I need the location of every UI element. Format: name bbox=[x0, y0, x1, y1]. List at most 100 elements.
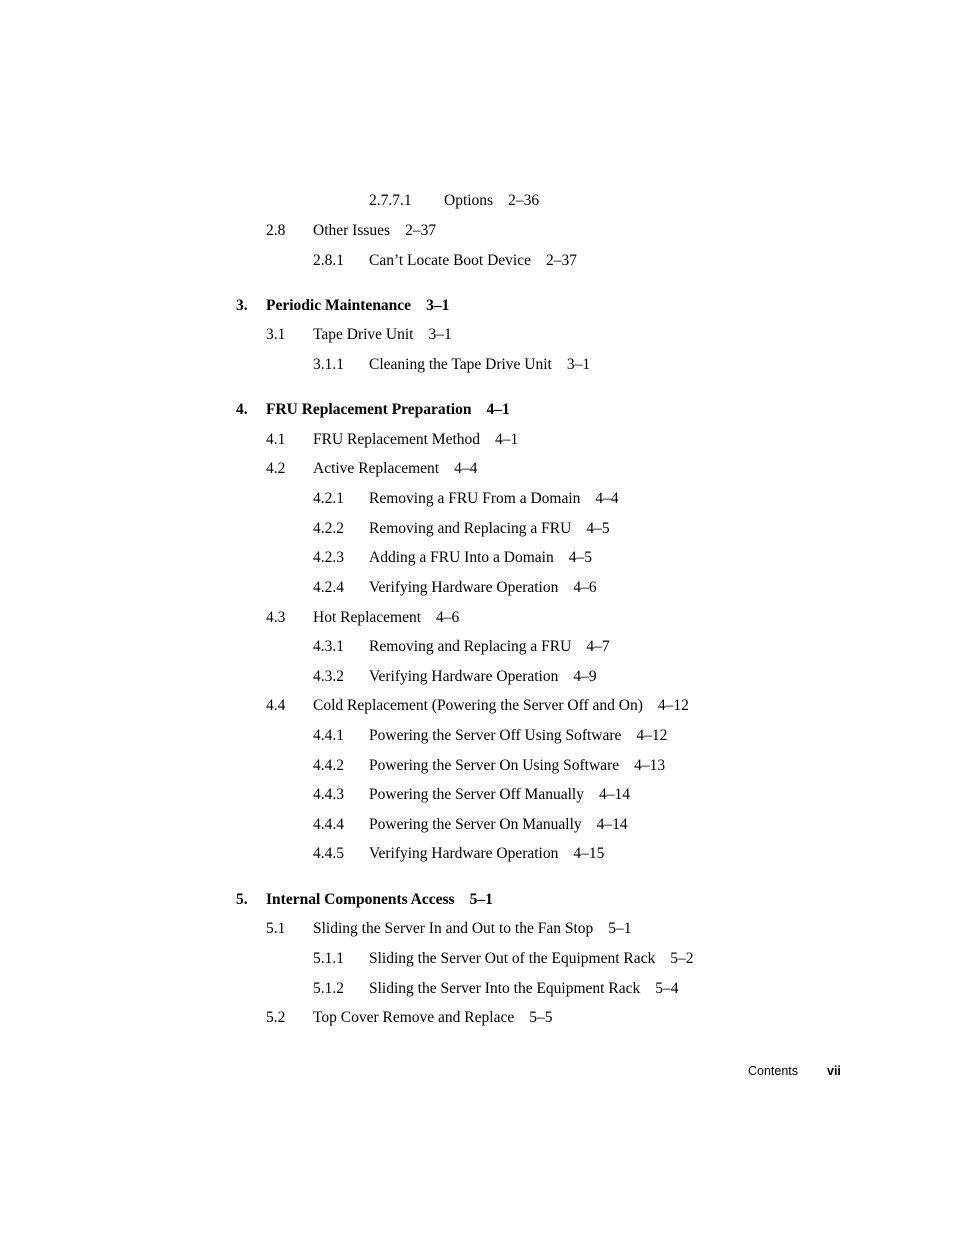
toc-entry-title[interactable]: Hot Replacement bbox=[313, 609, 421, 626]
toc-entry-number: 4.2.3 bbox=[313, 549, 344, 566]
toc-entry-title-line: Powering the Server On Manually 4–14 bbox=[369, 814, 628, 836]
toc-entry-page[interactable]: 4–6 bbox=[436, 609, 459, 626]
toc-entry-title[interactable]: Can’t Locate Boot Device bbox=[369, 252, 531, 269]
toc-entry-title[interactable]: FRU Replacement Preparation bbox=[266, 401, 471, 418]
toc-entry-number: 5.1.2 bbox=[313, 980, 344, 997]
toc-entry-page[interactable]: 5–1 bbox=[470, 891, 493, 908]
toc-entry-number: 5. bbox=[236, 891, 248, 908]
toc-entry-title-line: Sliding the Server Into the Equipment Ra… bbox=[369, 978, 678, 1000]
toc-entry-number: 4.1 bbox=[266, 431, 286, 448]
toc-entry-page[interactable]: 4–12 bbox=[658, 697, 689, 714]
toc-entry-title[interactable]: Active Replacement bbox=[313, 460, 439, 477]
toc-entry-title[interactable]: Other Issues bbox=[313, 222, 390, 239]
toc-entry-title-line: Powering the Server Off Using Software 4–… bbox=[369, 725, 667, 747]
toc-entry-title-line: Internal Components Access 5–1 bbox=[266, 889, 493, 911]
toc-entry-number: 4.4.2 bbox=[313, 757, 344, 774]
toc-entry-title[interactable]: Sliding the Server Into the Equipment Ra… bbox=[369, 980, 640, 997]
toc-entry-page[interactable]: 5–5 bbox=[529, 1009, 552, 1026]
toc-entry-page[interactable]: 3–1 bbox=[429, 326, 452, 343]
toc-entry-title[interactable]: Verifying Hardware Operation bbox=[369, 579, 558, 596]
toc-entry-number: 4.4.1 bbox=[313, 727, 344, 744]
toc-entry-title[interactable]: Powering the Server Off Using Software bbox=[369, 727, 621, 744]
toc-entry-page[interactable]: 2–36 bbox=[508, 192, 539, 209]
toc-entry-title-line: Periodic Maintenance 3–1 bbox=[266, 295, 449, 317]
toc-entry-page[interactable]: 4–4 bbox=[454, 460, 477, 477]
toc-entry-number: 4.2 bbox=[266, 460, 286, 477]
toc-entry-number: 4.2.4 bbox=[313, 579, 344, 596]
footer-section-label: Contents bbox=[748, 1064, 799, 1078]
toc-entry-page[interactable]: 4–12 bbox=[636, 727, 667, 744]
toc-entry-title[interactable]: Powering the Server On Manually bbox=[369, 816, 582, 833]
toc-entry-number: 3. bbox=[236, 297, 248, 314]
toc-entry-title[interactable]: Verifying Hardware Operation bbox=[369, 668, 558, 685]
toc-entry-title-line: FRU Replacement Method 4–1 bbox=[313, 429, 518, 451]
toc-entry-title[interactable]: Sliding the Server In and Out to the Fan… bbox=[313, 920, 593, 937]
toc-entry-page[interactable]: 2–37 bbox=[546, 252, 577, 269]
footer-page-number: vii bbox=[827, 1064, 841, 1078]
toc-entry-title[interactable]: Cleaning the Tape Drive Unit bbox=[369, 356, 552, 373]
toc-entry-title-line: Sliding the Server Out of the Equipment … bbox=[369, 948, 694, 970]
toc-entry-page[interactable]: 4–14 bbox=[597, 816, 628, 833]
toc-entry-number: 2.8 bbox=[266, 222, 286, 239]
toc-entry-page[interactable]: 4–6 bbox=[573, 579, 596, 596]
toc-entry-page[interactable]: 3–1 bbox=[567, 356, 590, 373]
toc-entry-page[interactable]: 5–1 bbox=[608, 920, 631, 937]
toc-entry-title[interactable]: Removing and Replacing a FRU bbox=[369, 520, 571, 537]
toc-entry-number: 4. bbox=[236, 401, 248, 418]
toc-entry-number: 4.3 bbox=[266, 609, 286, 626]
toc-entry-title-line: Verifying Hardware Operation 4–6 bbox=[369, 577, 597, 599]
toc-entry-page[interactable]: 5–4 bbox=[655, 980, 678, 997]
toc-entry-number: 2.7.7.1 bbox=[369, 192, 412, 209]
toc-entry-page[interactable]: 4–5 bbox=[569, 549, 592, 566]
toc-entry-number: 4.2.2 bbox=[313, 520, 344, 537]
toc-entry-number: 5.2 bbox=[266, 1009, 286, 1026]
toc-entry-title[interactable]: Powering the Server Off Manually bbox=[369, 786, 584, 803]
toc-entry-title-line: Powering the Server On Using Software 4–1… bbox=[369, 755, 665, 777]
toc-entry-page[interactable]: 4–4 bbox=[595, 490, 618, 507]
toc-entry-title[interactable]: Options bbox=[444, 192, 493, 209]
toc-entry-title[interactable]: Adding a FRU Into a Domain bbox=[369, 549, 554, 566]
toc-entry-title[interactable]: Top Cover Remove and Replace bbox=[313, 1009, 514, 1026]
toc-entry-number: 4.4.3 bbox=[313, 786, 344, 803]
toc-entry-title-line: Removing a FRU From a Domain 4–4 bbox=[369, 488, 619, 510]
toc-entry-title[interactable]: Powering the Server On Using Software bbox=[369, 757, 619, 774]
toc-entry-title-line: Other Issues 2–37 bbox=[313, 220, 436, 242]
toc-entry-title[interactable]: Tape Drive Unit bbox=[313, 326, 414, 343]
toc-entry-title[interactable]: Internal Components Access bbox=[266, 891, 455, 908]
toc-entry-number: 5.1.1 bbox=[313, 950, 344, 967]
toc-entry-title[interactable]: Removing a FRU From a Domain bbox=[369, 490, 580, 507]
toc-entry-page[interactable]: 4–15 bbox=[573, 845, 604, 862]
toc-entry-title-line: Hot Replacement 4–6 bbox=[313, 607, 459, 629]
toc-entry-title-line: Verifying Hardware Operation 4–15 bbox=[369, 843, 604, 865]
toc-entry-number: 3.1.1 bbox=[313, 356, 344, 373]
toc-entry-title[interactable]: Removing and Replacing a FRU bbox=[369, 638, 571, 655]
toc-entry-number: 4.4 bbox=[266, 697, 286, 714]
toc-entry-title-line: Tape Drive Unit 3–1 bbox=[313, 324, 452, 346]
toc-entry-title-line: Removing and Replacing a FRU 4–7 bbox=[369, 636, 610, 658]
toc-entry-title[interactable]: Cold Replacement (Powering the Server Of… bbox=[313, 697, 643, 714]
toc-entry-title-line: Cold Replacement (Powering the Server Of… bbox=[313, 695, 689, 717]
toc-entry-number: 4.2.1 bbox=[313, 490, 344, 507]
toc-entry-page[interactable]: 4–5 bbox=[586, 520, 609, 537]
toc-entry-page[interactable]: 4–1 bbox=[495, 431, 518, 448]
toc-entry-title[interactable]: Periodic Maintenance bbox=[266, 297, 411, 314]
toc-entry-page[interactable]: 4–1 bbox=[486, 401, 509, 418]
toc-entry-title[interactable]: Sliding the Server Out of the Equipment … bbox=[369, 950, 655, 967]
toc-entry-title-line: Powering the Server Off Manually 4–14 bbox=[369, 784, 630, 806]
toc-entry-page[interactable]: 4–9 bbox=[573, 668, 596, 685]
toc-entry-number: 4.4.4 bbox=[313, 816, 344, 833]
toc-entry-page[interactable]: 4–7 bbox=[586, 638, 609, 655]
toc-entry-title-line: Adding a FRU Into a Domain 4–5 bbox=[369, 547, 592, 569]
toc-entry-title-line: Cleaning the Tape Drive Unit 3–1 bbox=[369, 354, 590, 376]
toc-entry-page[interactable]: 4–13 bbox=[634, 757, 665, 774]
toc-entry-page[interactable]: 4–14 bbox=[599, 786, 630, 803]
toc-entry-title-line: Sliding the Server In and Out to the Fan… bbox=[313, 918, 632, 940]
toc-entry-title-line: Verifying Hardware Operation 4–9 bbox=[369, 666, 597, 688]
toc-entry-page[interactable]: 2–37 bbox=[405, 222, 436, 239]
toc-entry-title-line: Active Replacement 4–4 bbox=[313, 458, 477, 480]
toc-entry-title[interactable]: Verifying Hardware Operation bbox=[369, 845, 558, 862]
toc-entry-number: 4.4.5 bbox=[313, 845, 344, 862]
toc-entry-page[interactable]: 5–2 bbox=[670, 950, 693, 967]
toc-entry-page[interactable]: 3–1 bbox=[426, 297, 449, 314]
toc-entry-title[interactable]: FRU Replacement Method bbox=[313, 431, 480, 448]
